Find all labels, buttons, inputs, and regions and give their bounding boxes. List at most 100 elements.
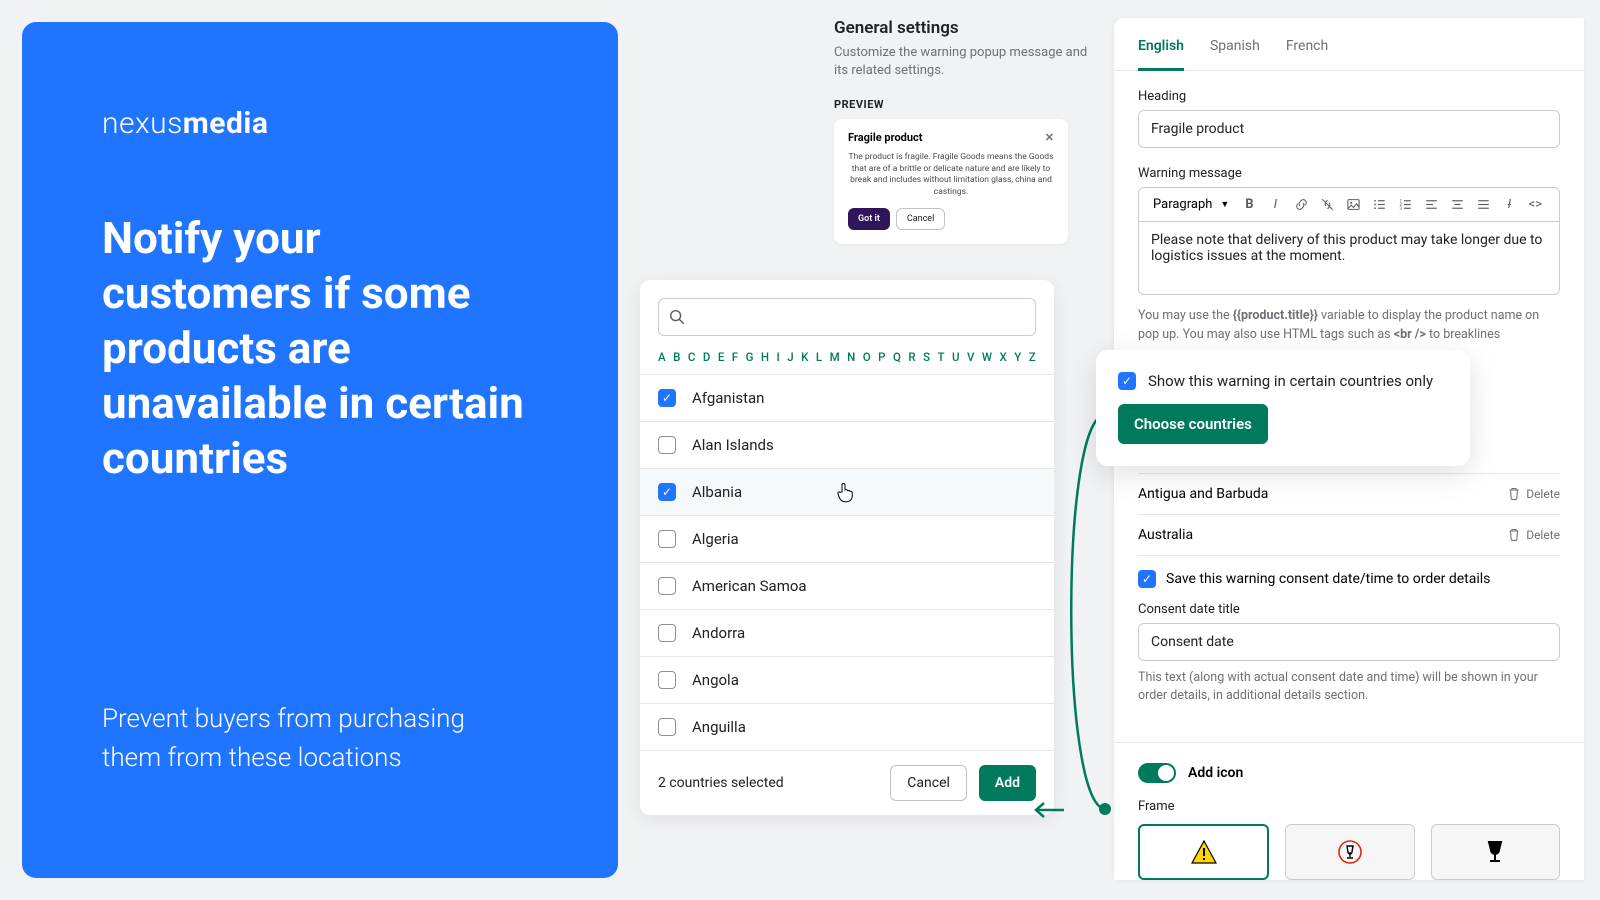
alpha-C[interactable]: C [688,350,696,364]
checkbox-checked-icon [1138,570,1156,588]
country-label: American Samoa [692,577,807,595]
svg-text:3: 3 [1399,206,1402,212]
alpha-D[interactable]: D [703,350,711,364]
hero-headline: Notify your customers if some products a… [102,211,538,486]
frame-option-fragile-glass[interactable] [1431,824,1560,880]
language-tabs: English Spanish French [1114,18,1584,71]
consent-title-input[interactable] [1138,623,1560,661]
trash-icon [1508,528,1520,541]
align-justify-icon[interactable] [1471,193,1495,217]
alpha-O[interactable]: O [863,350,871,364]
save-consent-label: Save this warning consent date/time to o… [1166,571,1490,587]
link-icon[interactable] [1289,193,1313,217]
checkbox-checked-icon [1118,372,1136,390]
alpha-J[interactable]: J [787,350,793,364]
save-consent-checkbox-row[interactable]: Save this warning consent date/time to o… [1138,570,1560,588]
alpha-E[interactable]: E [718,350,725,364]
alpha-M[interactable]: M [830,350,840,364]
selected-country-row: AustraliaDelete [1138,515,1560,556]
general-settings-section: General settings Customize the warning p… [834,18,1094,244]
alpha-N[interactable]: N [847,350,855,364]
preview-cancel-button[interactable]: Cancel [896,208,945,230]
checkbox-checked-icon[interactable] [658,483,676,501]
message-hint: You may use the {{product.title}} variab… [1138,307,1560,345]
country-label: Andorra [692,624,745,642]
country-search-input[interactable] [658,298,1036,336]
country-label: Alan Islands [692,436,774,454]
tab-english[interactable]: English [1138,38,1184,71]
cursor-hand-icon [836,482,854,504]
add-button[interactable]: Add [979,765,1036,801]
country-row[interactable]: Afganistan [640,374,1054,421]
country-label: Afganistan [692,389,764,407]
tab-french[interactable]: French [1286,38,1328,70]
show-warning-checkbox-row[interactable]: Show this warning in certain countries o… [1118,372,1448,390]
cancel-button[interactable]: Cancel [890,765,967,801]
alpha-F[interactable]: F [732,350,738,364]
unlink-icon[interactable] [1315,193,1339,217]
checkbox-icon[interactable] [658,530,676,548]
alpha-H[interactable]: H [761,350,769,364]
country-row[interactable]: Andorra [640,609,1054,656]
alpha-V[interactable]: V [967,350,974,364]
code-icon[interactable]: <> [1523,193,1547,217]
number-list-icon[interactable]: 123 [1393,193,1417,217]
alpha-G[interactable]: G [746,350,754,364]
alpha-A[interactable]: A [658,350,666,364]
checkbox-icon[interactable] [658,718,676,736]
alpha-X[interactable]: X [1000,350,1007,364]
bold-icon[interactable]: B [1237,193,1261,217]
fragile-circle-icon [1337,839,1363,865]
show-warning-label: Show this warning in certain countries o… [1148,372,1433,390]
alpha-U[interactable]: U [952,350,960,364]
country-restriction-card: Show this warning in certain countries o… [1096,350,1470,466]
selected-country-name: Antigua and Barbuda [1138,486,1268,502]
checkbox-checked-icon[interactable] [658,389,676,407]
alpha-S[interactable]: S [923,350,930,364]
alpha-Q[interactable]: Q [893,350,901,364]
checkbox-icon[interactable] [658,671,676,689]
heading-input[interactable] [1138,110,1560,148]
country-row[interactable]: Algeria [640,515,1054,562]
alpha-K[interactable]: K [801,350,808,364]
search-icon [668,308,686,326]
bullet-list-icon[interactable] [1367,193,1391,217]
checkbox-icon[interactable] [658,436,676,454]
tab-spanish[interactable]: Spanish [1210,38,1260,70]
checkbox-icon[interactable] [658,577,676,595]
preview-card: Fragile product ✕ The product is fragile… [834,119,1068,244]
country-label: Algeria [692,530,739,548]
alpha-P[interactable]: P [878,350,885,364]
close-icon[interactable]: ✕ [1045,131,1054,144]
delete-country-button[interactable]: Delete [1508,487,1560,501]
alpha-L[interactable]: L [816,350,822,364]
alpha-Z[interactable]: Z [1029,350,1036,364]
paragraph-select[interactable]: Paragraph▼ [1147,197,1235,212]
alpha-I[interactable]: I [777,350,780,364]
country-row[interactable]: Alan Islands [640,421,1054,468]
italic-icon[interactable]: I [1263,193,1287,217]
frame-option-fragile-circle[interactable] [1285,824,1414,880]
clear-format-icon[interactable]: I [1497,193,1521,217]
selection-count: 2 countries selected [658,775,784,791]
country-row[interactable]: Angola [640,656,1054,703]
alpha-B[interactable]: B [673,350,680,364]
image-icon[interactable] [1341,193,1365,217]
preview-gotit-button[interactable]: Got it [848,208,890,230]
delete-country-button[interactable]: Delete [1508,528,1560,542]
alpha-W[interactable]: W [982,350,992,364]
country-row[interactable]: American Samoa [640,562,1054,609]
alpha-Y[interactable]: Y [1014,350,1021,364]
align-center-icon[interactable] [1445,193,1469,217]
message-textarea[interactable] [1138,221,1560,295]
add-icon-toggle[interactable] [1138,763,1176,783]
frame-option-warning[interactable] [1138,824,1269,880]
country-row[interactable]: Anguilla [640,703,1054,750]
consent-hint: This text (along with actual consent dat… [1138,669,1560,707]
checkbox-icon[interactable] [658,624,676,642]
alpha-T[interactable]: T [938,350,945,364]
add-icon-label: Add icon [1188,765,1243,781]
alpha-R[interactable]: R [908,350,915,364]
choose-countries-button[interactable]: Choose countries [1118,404,1268,444]
align-left-icon[interactable] [1419,193,1443,217]
